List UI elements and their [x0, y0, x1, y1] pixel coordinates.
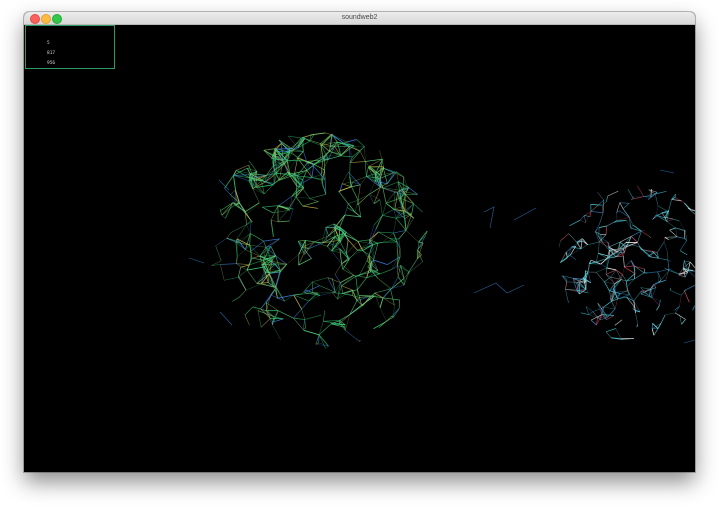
visualization-canvas[interactable]: 5 817 956 [24, 25, 695, 472]
stat-line-3: 956 [47, 61, 56, 66]
window-title: soundweb2 [341, 14, 378, 21]
app-window: soundweb2 5 817 956 [24, 12, 695, 472]
network-cluster-right [558, 185, 695, 341]
stat-line-2: 817 [47, 51, 56, 56]
network-visualization [188, 132, 695, 349]
stat-line-1: 5 [47, 41, 50, 46]
stats-overlay: 5 817 956 [25, 25, 115, 69]
network-cluster-left [211, 132, 428, 349]
title-bar[interactable]: soundweb2 [24, 12, 695, 25]
